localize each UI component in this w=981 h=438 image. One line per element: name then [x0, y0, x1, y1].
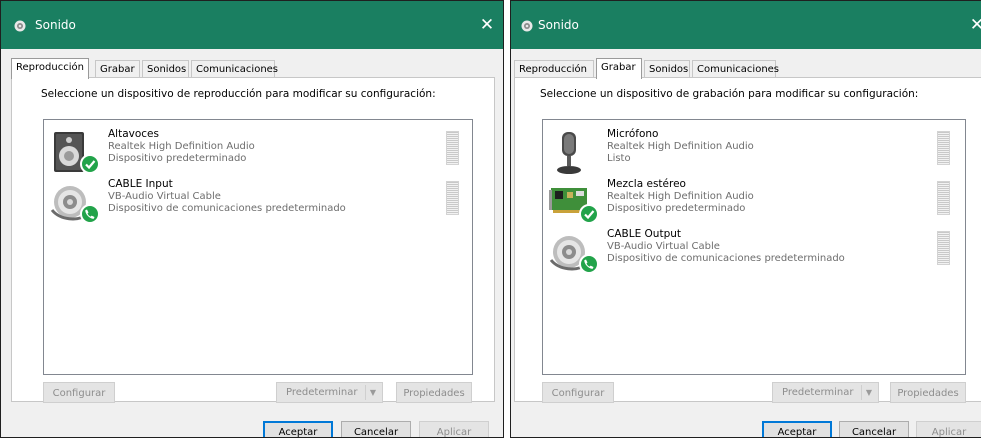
configure-button[interactable]: Configurar	[542, 382, 614, 403]
configure-button[interactable]: Configurar	[43, 382, 115, 403]
phone-icon	[80, 204, 100, 224]
device-name: Mezcla estéreo	[607, 178, 686, 190]
device-driver: Realtek High Definition Audio	[607, 191, 754, 202]
apply-button[interactable]: Aplicar	[419, 421, 489, 437]
level-meter	[937, 181, 950, 215]
window-title: Sonido	[35, 18, 76, 32]
tab-communications[interactable]: Comunicaciones	[191, 60, 278, 77]
cancel-button[interactable]: Cancelar	[839, 421, 909, 437]
tab-sounds[interactable]: Sonidos	[142, 60, 189, 77]
properties-button[interactable]: Propiedades	[890, 382, 966, 403]
tab-playback[interactable]: Reproducción	[514, 60, 594, 77]
list-item[interactable]: Mezcla estéreo Realtek High Definition A…	[543, 178, 965, 228]
device-name: CABLE Output	[607, 228, 682, 240]
device-status: Dispositivo predeterminado	[108, 153, 247, 164]
tab-playback[interactable]: Reproducción	[11, 58, 89, 79]
device-driver: VB-Audio Virtual Cable	[108, 191, 221, 202]
device-name: CABLE Input	[108, 178, 173, 190]
check-icon	[80, 154, 100, 174]
apply-button[interactable]: Aplicar	[916, 421, 981, 437]
sound-dialog-recording: Sonido ✕ Reproducción Grabar Sonidos Com…	[510, 0, 981, 438]
phone-icon	[579, 254, 599, 274]
device-driver: Realtek High Definition Audio	[108, 141, 255, 152]
device-list[interactable]: Altavoces Realtek High Definition Audio …	[43, 119, 473, 375]
title-bar[interactable]: Sonido ✕	[511, 1, 981, 49]
set-default-button[interactable]: Predeterminar ▼	[772, 382, 879, 403]
list-item[interactable]: Altavoces Realtek High Definition Audio …	[44, 128, 472, 178]
properties-button[interactable]: Propiedades	[396, 382, 472, 403]
device-list[interactable]: Micrófono Realtek High Definition Audio …	[542, 119, 966, 375]
tab-communications[interactable]: Comunicaciones	[692, 60, 779, 77]
window-title: Sonido	[538, 18, 579, 32]
tab-record[interactable]: Grabar	[596, 58, 642, 79]
speaker-app-icon	[521, 20, 533, 32]
device-driver: VB-Audio Virtual Cable	[607, 241, 720, 252]
level-meter	[446, 131, 459, 165]
device-driver: Realtek High Definition Audio	[607, 141, 754, 152]
device-status: Dispositivo predeterminado	[607, 203, 746, 214]
set-default-label: Predeterminar	[782, 387, 854, 398]
level-meter	[937, 131, 950, 165]
instruction-text: Seleccione un dispositivo de reproducció…	[41, 88, 436, 100]
set-default-label: Predeterminar	[286, 387, 358, 398]
sound-dialog-playback: Sonido ✕ Reproducción Grabar Sonidos Com…	[0, 0, 504, 438]
check-icon	[579, 204, 599, 224]
device-name: Altavoces	[108, 128, 159, 140]
chevron-down-icon[interactable]: ▼	[365, 385, 380, 400]
close-icon[interactable]: ✕	[477, 15, 497, 35]
tab-sounds[interactable]: Sonidos	[644, 60, 690, 77]
speaker-app-icon	[14, 20, 26, 32]
level-meter	[446, 181, 459, 215]
device-status: Dispositivo de comunicaciones predetermi…	[607, 253, 845, 264]
chevron-down-icon[interactable]: ▼	[861, 385, 876, 400]
device-status: Listo	[607, 153, 631, 164]
list-item[interactable]: CABLE Input VB-Audio Virtual Cable Dispo…	[44, 178, 472, 228]
device-status: Dispositivo de comunicaciones predetermi…	[108, 203, 346, 214]
set-default-button[interactable]: Predeterminar ▼	[276, 382, 383, 403]
list-item[interactable]: CABLE Output VB-Audio Virtual Cable Disp…	[543, 228, 965, 278]
ok-button[interactable]: Aceptar	[263, 421, 333, 437]
tab-record[interactable]: Grabar	[95, 60, 140, 77]
microphone-icon	[557, 132, 581, 174]
level-meter	[937, 231, 950, 265]
list-item[interactable]: Micrófono Realtek High Definition Audio …	[543, 128, 965, 178]
title-bar[interactable]: Sonido ✕	[1, 1, 503, 49]
cancel-button[interactable]: Cancelar	[341, 421, 411, 437]
ok-button[interactable]: Aceptar	[762, 421, 832, 437]
close-icon[interactable]: ✕	[967, 15, 981, 35]
instruction-text: Seleccione un dispositivo de grabación p…	[540, 88, 919, 100]
device-name: Micrófono	[607, 128, 659, 140]
